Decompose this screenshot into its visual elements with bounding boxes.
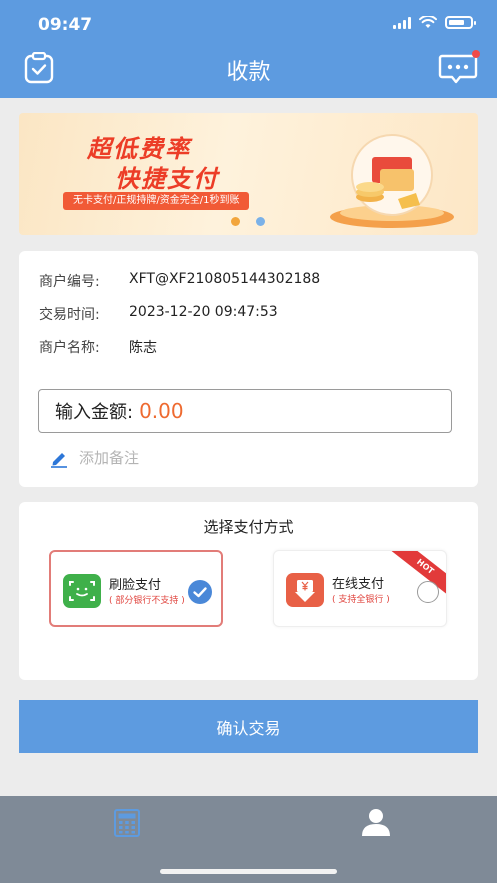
message-icon[interactable]	[438, 50, 480, 84]
banner-headline-2: 快捷支付	[115, 165, 219, 193]
coins-globe-illustration	[330, 134, 454, 228]
selected-check-icon[interactable]	[188, 580, 212, 604]
face-pay-label: 刷脸支付	[109, 578, 162, 593]
confirm-transaction-button[interactable]: 确认交易	[19, 700, 478, 753]
promo-banner[interactable]: 超低费率 快捷支付 无卡支付/正规持牌/资金完全/1秒到账	[19, 113, 478, 235]
online-pay-label: 在线支付	[332, 577, 385, 592]
merchant-id-label: 商户编号:	[39, 274, 100, 290]
merchant-id-row: 商户编号: XFT@XF210805144302188	[39, 271, 320, 291]
transaction-card: 商户编号: XFT@XF210805144302188 交易时间: 2023-1…	[19, 251, 478, 487]
user-icon	[362, 809, 390, 836]
wifi-icon	[419, 16, 437, 28]
tab-cashier[interactable]	[112, 808, 142, 838]
unselected-radio[interactable]	[417, 581, 439, 603]
banner-dot[interactable]	[256, 217, 265, 226]
page-title: 收款	[226, 60, 271, 85]
face-scan-icon	[63, 574, 101, 608]
amount-label: 输入金额:	[55, 402, 134, 423]
banner-tagline: 无卡支付/正规持牌/资金完全/1秒到账	[63, 192, 250, 210]
signal-icon	[393, 16, 411, 29]
battery-icon	[445, 16, 476, 29]
face-pay-subtitle: ( 部分银行不支持 )	[109, 596, 185, 606]
amount-input[interactable]: 输入金额: 0.00	[38, 389, 452, 433]
payment-method-card: 选择支付方式 刷脸支付 ( 部分银行不支持 ) HOT 在线支付 ( 支持全银行	[19, 502, 478, 680]
payment-method-title: 选择支付方式	[203, 518, 294, 536]
bottom-tab-bar	[0, 796, 497, 883]
banner-pagination	[231, 217, 265, 226]
face-pay-option[interactable]: 刷脸支付 ( 部分银行不支持 )	[49, 550, 223, 627]
status-icons	[393, 16, 476, 29]
notification-dot	[472, 50, 480, 58]
banner-dot-active[interactable]	[231, 217, 240, 226]
merchant-name-label: 商户名称:	[39, 340, 100, 356]
transaction-time-value: 2023-12-20 09:47:53	[129, 304, 278, 320]
note-placeholder: 添加备注	[79, 449, 140, 467]
add-note[interactable]: 添加备注	[49, 447, 139, 468]
yuan-download-icon	[286, 573, 324, 607]
home-indicator	[160, 869, 337, 874]
amount-value[interactable]: 0.00	[139, 399, 184, 423]
merchant-name-row: 商户名称: 陈志	[39, 337, 157, 357]
merchant-id-value: XFT@XF210805144302188	[129, 271, 321, 287]
merchant-name-value: 陈志	[129, 340, 157, 356]
transaction-time-row: 交易时间: 2023-12-20 09:47:53	[39, 304, 278, 324]
tab-profile[interactable]	[360, 806, 392, 838]
pencil-icon	[51, 452, 67, 468]
calculator-icon	[114, 809, 140, 837]
online-pay-subtitle: ( 支持全银行 )	[332, 595, 390, 605]
top-bar: 09:47 收款	[0, 0, 497, 98]
online-pay-option[interactable]: HOT 在线支付 ( 支持全银行 )	[273, 550, 447, 627]
status-time: 09:47	[38, 15, 93, 35]
transaction-time-label: 交易时间:	[39, 307, 100, 323]
